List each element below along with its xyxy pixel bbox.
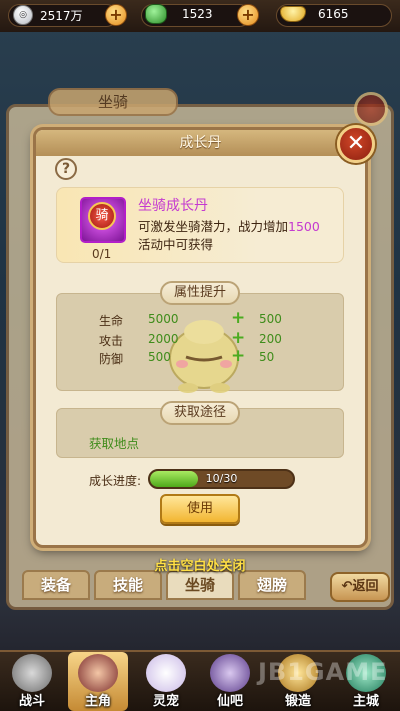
item-source: 活动中可获得	[138, 237, 214, 252]
stat-defense-label: 防御	[99, 352, 124, 366]
nav-hero-label: 主角	[84, 694, 111, 709]
nav-forge-label: 锻造	[284, 694, 311, 709]
gold-value: 6165	[318, 7, 349, 21]
plus-icon: +	[231, 328, 246, 348]
stat-hp-increase: 500	[259, 312, 282, 326]
jade-icon	[145, 4, 167, 24]
watermark: JB1GAME	[258, 658, 388, 686]
item-desc-text: 可激发坐骑潜力，战力增加	[138, 219, 289, 234]
tab-equipment[interactable]: 装备	[22, 570, 90, 600]
nav-immortal[interactable]: 仙吧	[200, 652, 260, 711]
acquire-section-title: 获取途径	[160, 401, 240, 425]
stat-defense-increase: 50	[259, 350, 275, 364]
stat-attack-increase: 200	[259, 332, 282, 346]
tab-mount[interactable]: 坐骑	[166, 570, 234, 600]
pet-icon	[146, 654, 186, 692]
nav-immortal-label: 仙吧	[216, 694, 243, 709]
item-count: 0/1	[92, 247, 112, 261]
acquire-location-link[interactable]: 获取地点	[89, 433, 139, 452]
item-name: 坐骑成长丹	[138, 198, 208, 214]
growth-progress-bar: 10/30	[148, 469, 295, 489]
immortal-icon	[210, 654, 250, 692]
stat-attack-value: 2000	[148, 332, 179, 346]
close-icon[interactable]: ✕	[337, 125, 375, 163]
jade-value: 1523	[182, 7, 213, 21]
background-close-icon	[354, 92, 388, 126]
crossed-swords-icon	[12, 654, 52, 692]
growth-progress-label: 成长进度:	[89, 474, 142, 488]
stat-attack-label: 攻击	[99, 334, 124, 348]
item-desc-value: 1500	[288, 219, 320, 234]
nav-battle[interactable]: 战斗	[2, 652, 62, 711]
return-label: 返回	[352, 579, 379, 594]
use-button[interactable]: 使用	[160, 494, 240, 524]
nav-city-label: 主城	[352, 694, 379, 709]
currency-bar: ◎ 2517万 + 1523 + 6165	[0, 0, 400, 32]
hero-avatar-icon	[78, 654, 118, 692]
tab-wings[interactable]: 翅膀	[238, 570, 306, 600]
growth-progress-text: 10/30	[205, 472, 238, 485]
tap-to-close-hint: 点击空白处关闭	[154, 559, 246, 574]
nav-hero[interactable]: 主角	[68, 652, 128, 711]
mount-badge: 骑	[88, 202, 116, 230]
mount-panel-title: 坐骑	[48, 88, 178, 116]
nav-battle-label: 战斗	[18, 694, 45, 709]
item-description: 可激发坐骑潜力，战力增加1500	[138, 216, 320, 235]
panel-tabs: 装备 技能 坐骑 翅膀	[22, 570, 306, 600]
help-icon[interactable]: ?	[55, 158, 77, 180]
silver-coin-icon: ◎	[13, 5, 33, 25]
silver-value: 2517万	[40, 9, 83, 23]
dialog-title: 成长丹	[36, 130, 365, 156]
back-arrow-icon: ↶	[341, 579, 353, 594]
return-button[interactable]: ↶返回	[330, 572, 390, 602]
stat-hp-value: 5000	[148, 312, 179, 326]
stat-hp-label: 生命	[99, 314, 124, 328]
attribute-section-title: 属性提升	[160, 281, 240, 305]
add-jade-button[interactable]: +	[237, 4, 259, 26]
nav-pet[interactable]: 灵宠	[136, 652, 196, 711]
nav-pet-label: 灵宠	[152, 694, 179, 709]
add-silver-button[interactable]: +	[105, 4, 127, 26]
plus-icon: +	[231, 308, 246, 328]
stat-defense-value: 500	[148, 350, 171, 364]
tab-skills[interactable]: 技能	[94, 570, 162, 600]
plus-icon: +	[231, 346, 246, 366]
